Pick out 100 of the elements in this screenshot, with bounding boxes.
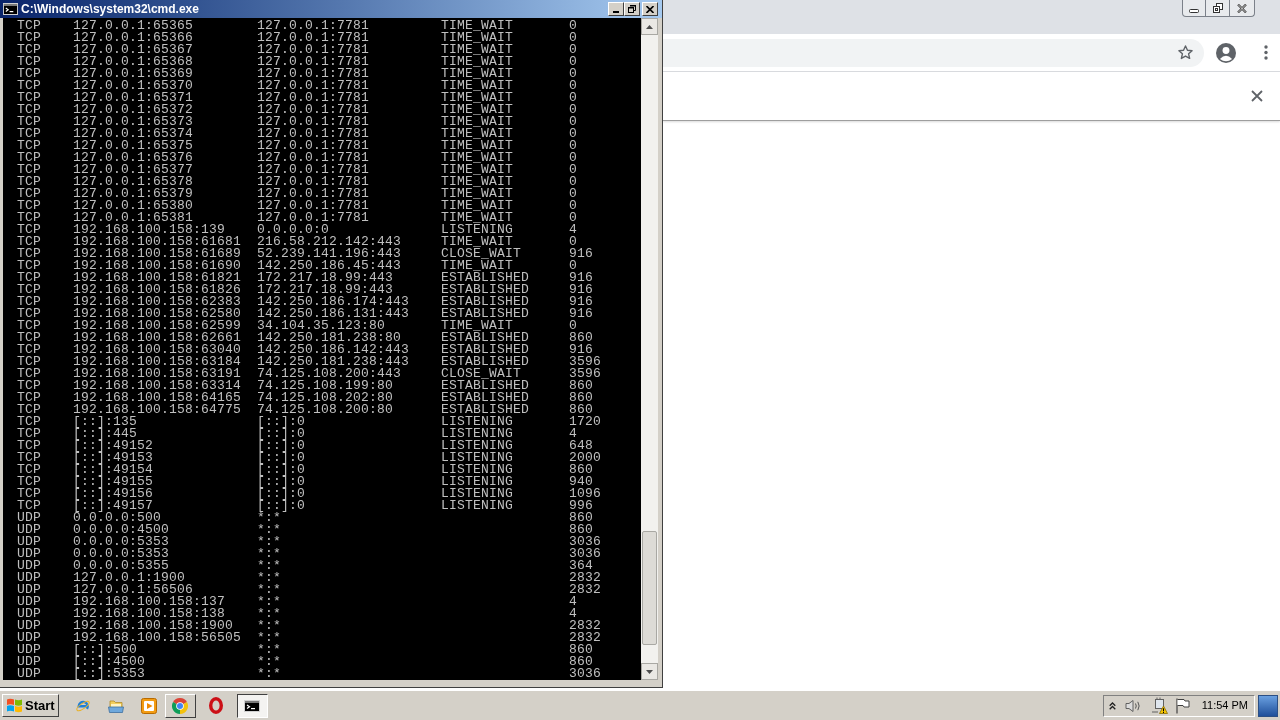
local-address: [::]:49155 [73, 476, 153, 488]
local-address: 0.0.0.0:500 [73, 512, 161, 524]
process-id: 0 [569, 128, 577, 140]
double-chevron-icon[interactable] [1108, 701, 1116, 710]
minimize-icon [613, 11, 619, 13]
local-address: 127.0.0.1:65379 [73, 188, 194, 200]
process-id: 2832 [569, 620, 601, 632]
speaker-icon[interactable] [1124, 698, 1141, 713]
foreign-address: [::]:0 [257, 476, 305, 488]
process-id: 0 [569, 44, 577, 56]
connection-state: TIME_WAIT [441, 80, 513, 92]
foreign-address: *:* [257, 608, 281, 620]
protocol-text: TCP [17, 320, 41, 332]
minimize-icon [1189, 8, 1199, 13]
local-address: 127.0.0.1:1900 [73, 572, 186, 584]
flag-icon[interactable] [1175, 697, 1190, 714]
foreign-address: 127.0.0.1:7781 [257, 92, 370, 104]
protocol-text: TCP [17, 212, 41, 224]
foreign-address: *:* [257, 620, 281, 632]
local-address: 192.168.100.158:63191 [73, 368, 242, 380]
protocol-text: UDP [17, 632, 41, 644]
process-id: 0 [569, 164, 577, 176]
process-id: 0 [569, 260, 577, 272]
local-address: 127.0.0.1:65367 [73, 44, 194, 56]
process-id: 916 [569, 296, 593, 308]
local-address: 192.168.100.158:64165 [73, 392, 242, 404]
process-id: 916 [569, 308, 593, 320]
foreign-address: 127.0.0.1:7781 [257, 80, 370, 92]
foreign-address: 127.0.0.1:7781 [257, 68, 370, 80]
show-desktop-button[interactable] [1258, 694, 1278, 717]
process-id: 860 [569, 332, 593, 344]
local-address: 192.168.100.158:61681 [73, 236, 242, 248]
local-address: 127.0.0.1:65372 [73, 104, 194, 116]
local-address: 192.168.100.158:63040 [73, 344, 242, 356]
process-id: 0 [569, 176, 577, 188]
start-button[interactable]: Start [2, 694, 59, 717]
process-id: 3596 [569, 368, 601, 380]
connection-state: ESTABLISHED [441, 380, 529, 392]
protocol-text: TCP [17, 68, 41, 80]
clock-time[interactable]: 11:54 PM [1201, 699, 1248, 712]
local-address: 127.0.0.1:65369 [73, 68, 194, 80]
connection-state: TIME_WAIT [441, 92, 513, 104]
restore-button[interactable] [1206, 0, 1230, 17]
connection-state: TIME_WAIT [441, 32, 513, 44]
foreign-address: 74.125.108.200:443 [257, 368, 402, 380]
process-id: 0 [569, 152, 577, 164]
process-id: 2000 [569, 452, 601, 464]
foreign-address: 142.250.181.238:443 [257, 356, 410, 368]
foreign-address: 142.250.186.142:443 [257, 344, 410, 356]
foreign-address: 142.250.181.238:80 [257, 332, 402, 344]
connection-state: ESTABLISHED [441, 404, 529, 416]
connection-state: TIME_WAIT [441, 212, 513, 224]
connection-state: TIME_WAIT [441, 128, 513, 140]
window-title: C:\Windows\system32\cmd.exe [21, 2, 199, 16]
folder-icon[interactable] [107, 698, 124, 713]
media-play-icon[interactable] [140, 697, 157, 714]
process-id: 648 [569, 440, 593, 452]
foreign-address: [::]:0 [257, 416, 305, 428]
foreign-address: [::]:0 [257, 428, 305, 440]
terminal-icon [244, 699, 261, 712]
connection-state: LISTENING [441, 428, 513, 440]
network-warning-icon[interactable] [1150, 697, 1168, 714]
terminal-icon [3, 3, 18, 15]
connection-state: ESTABLISHED [441, 332, 529, 344]
connection-state: ESTABLISHED [441, 272, 529, 284]
connection-state: LISTENING [441, 476, 513, 488]
local-address: 192.168.100.158:137 [73, 596, 226, 608]
foreign-address: *:* [257, 572, 281, 584]
foreign-address: 127.0.0.1:7781 [257, 176, 370, 188]
connection-state: TIME_WAIT [441, 164, 513, 176]
protocol-text: TCP [17, 488, 41, 500]
local-address: 127.0.0.1:65376 [73, 152, 194, 164]
scroll-down-button[interactable] [641, 663, 658, 680]
close-icon [1237, 3, 1247, 13]
minimize-button[interactable] [1182, 0, 1206, 17]
foreign-address: 127.0.0.1:7781 [257, 20, 370, 32]
protocol-text: TCP [17, 440, 41, 452]
protocol-text: TCP [17, 236, 41, 248]
close-icon [646, 5, 654, 13]
scrollbar-thumb[interactable] [642, 531, 657, 645]
taskbar-button[interactable] [236, 693, 268, 718]
scroll-up-button[interactable] [641, 18, 658, 35]
connection-state: TIME_WAIT [441, 56, 513, 68]
up-triangle-icon [646, 24, 653, 29]
connection-state: CLOSE_WAIT [441, 248, 521, 260]
foreign-address: *:* [257, 536, 281, 548]
protocol-text: TCP [17, 500, 41, 512]
process-id: 0 [569, 68, 577, 80]
foreign-address: 127.0.0.1:7781 [257, 116, 370, 128]
foreign-address: 172.217.18.99:443 [257, 272, 394, 284]
process-id: 0 [569, 56, 577, 68]
process-id: 4 [569, 224, 577, 236]
process-id: 3036 [569, 668, 601, 680]
local-address: [::]:49156 [73, 488, 153, 500]
foreign-address: 127.0.0.1:7781 [257, 128, 370, 140]
foreign-address: 127.0.0.1:7781 [257, 32, 370, 44]
address-field[interactable] [663, 38, 1204, 67]
process-id: 916 [569, 248, 593, 260]
local-address: 192.168.100.158:138 [73, 608, 226, 620]
foreign-address: *:* [257, 644, 281, 656]
